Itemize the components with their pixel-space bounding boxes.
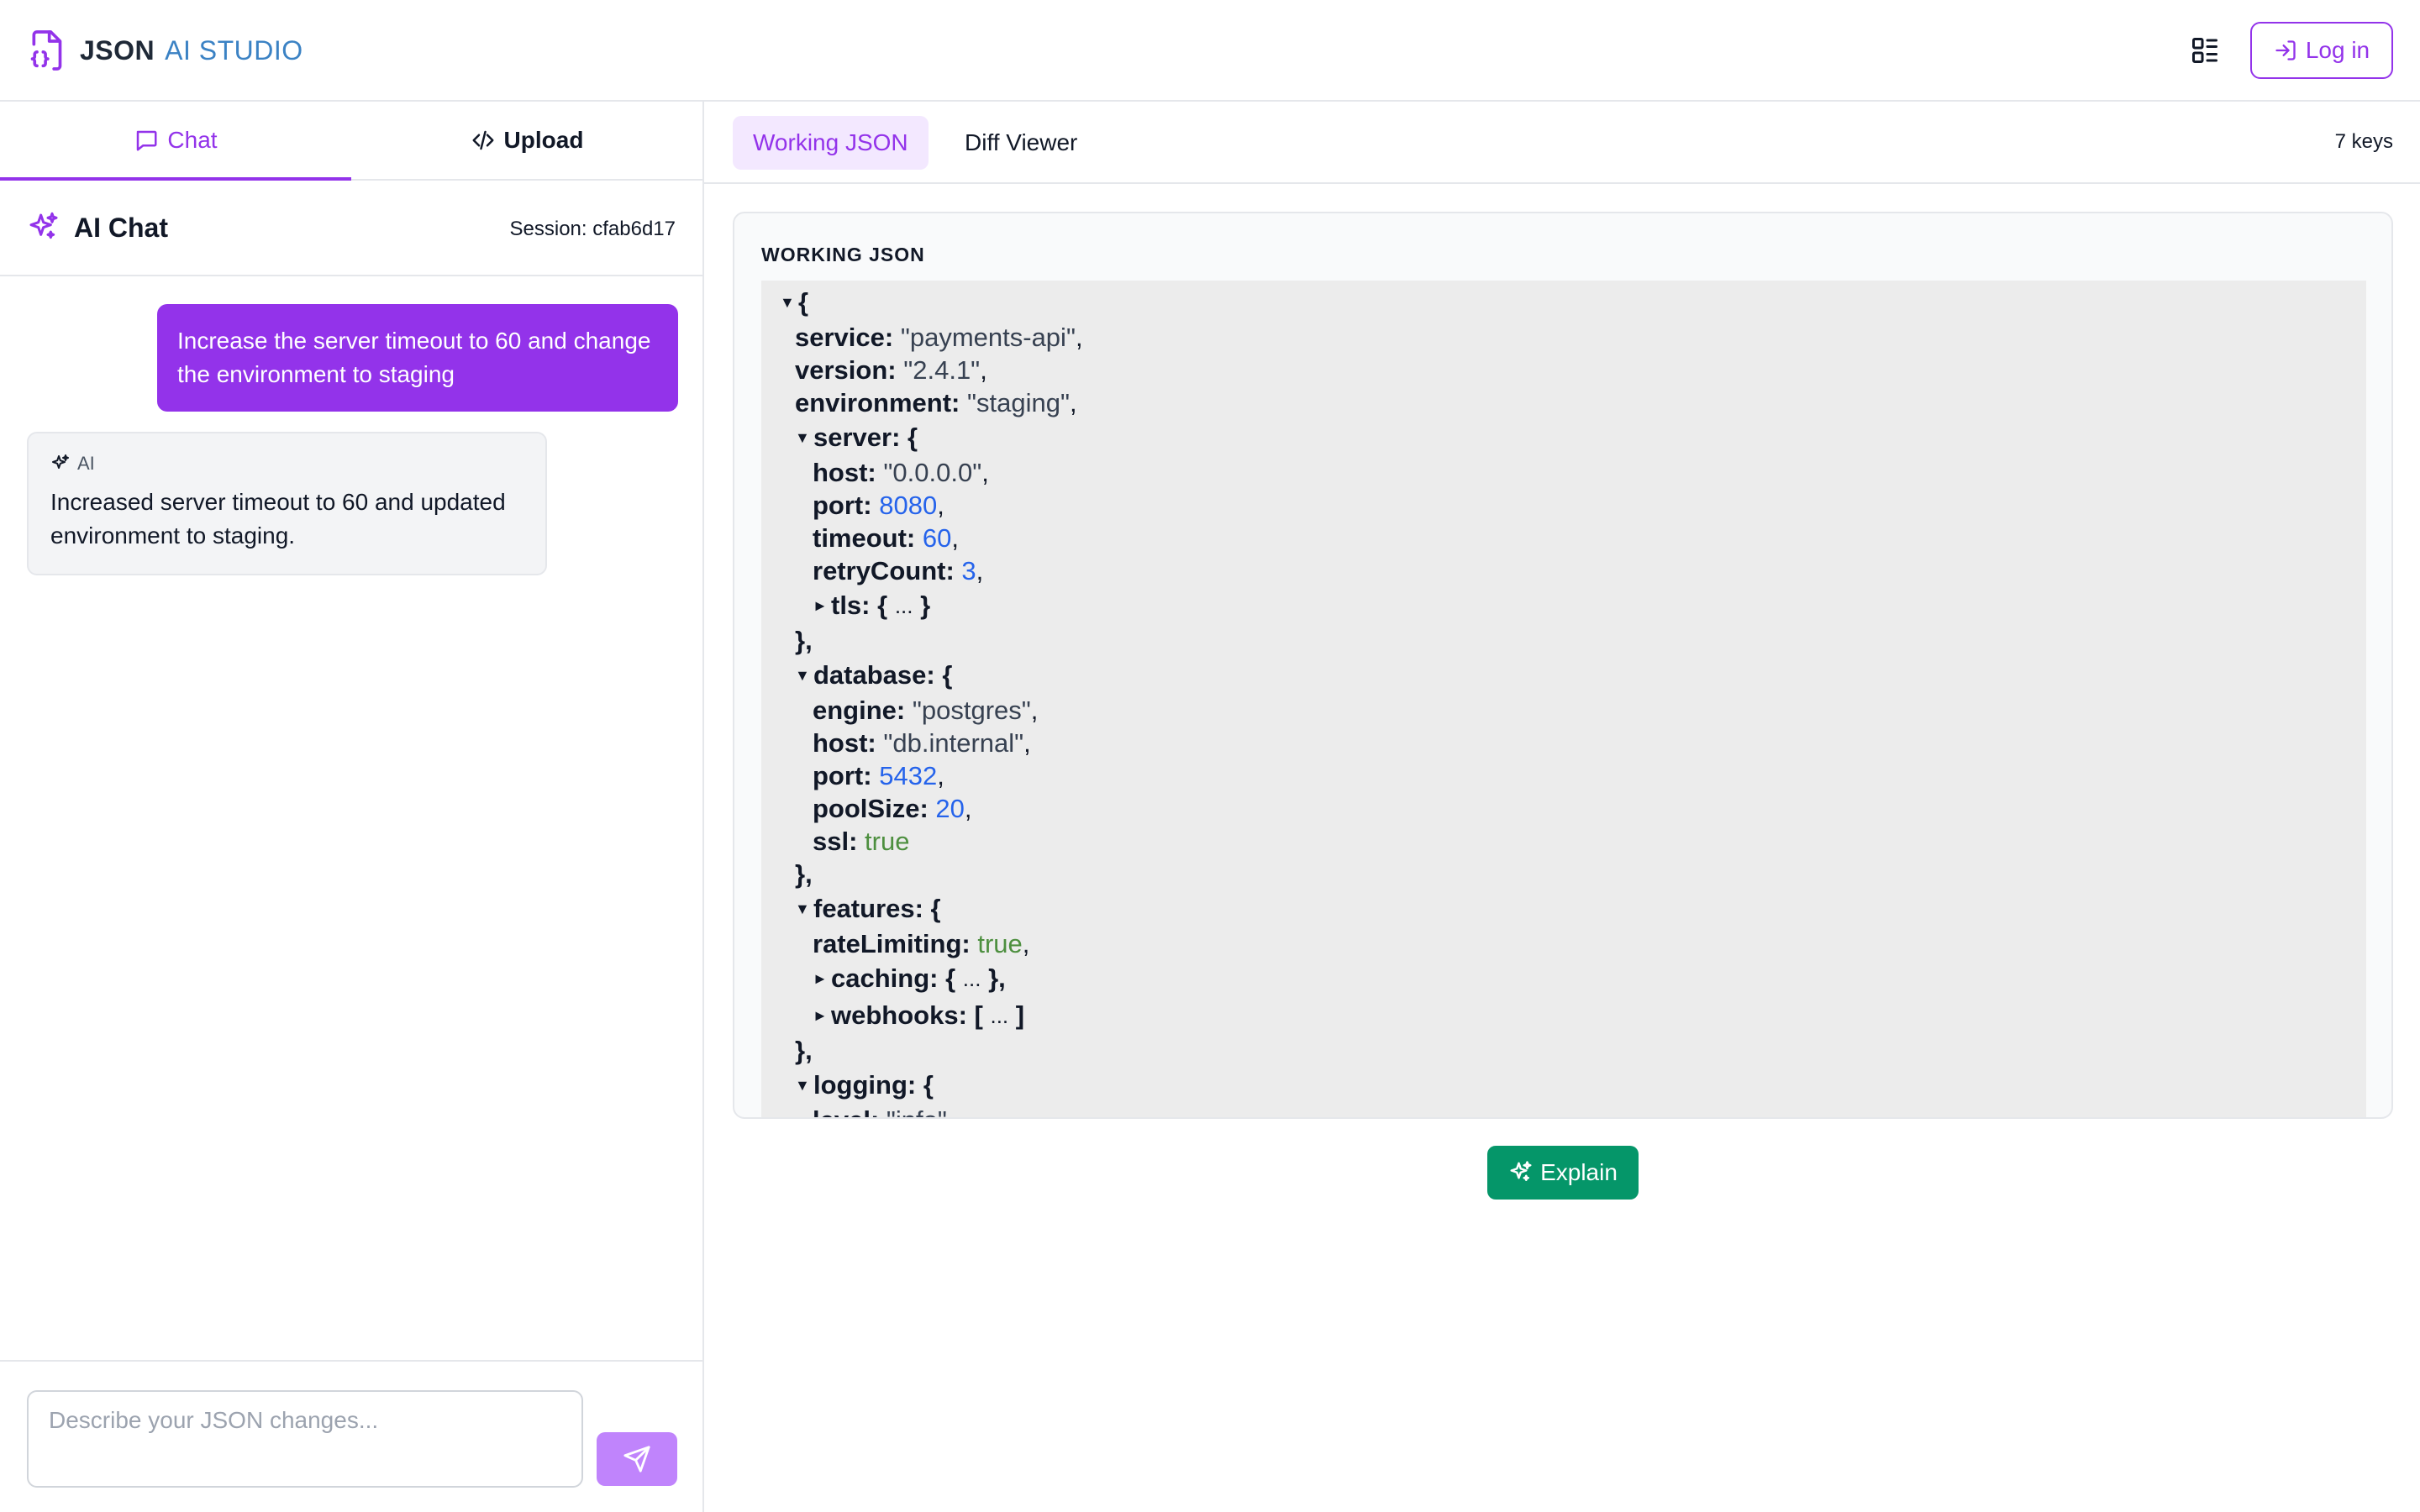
json-file-icon: [30, 30, 62, 71]
json-line: host: "db.internal",: [813, 727, 1031, 758]
sparkles-icon: [52, 454, 69, 469]
chat-header: AI Chat Session: cfab6d17: [0, 181, 702, 276]
session-id: Session: cfab6d17: [509, 218, 676, 240]
app-header: JSON AI STUDIO Log in: [0, 0, 2420, 102]
left-tab-bar: Chat Upload: [0, 102, 702, 181]
tab-upload[interactable]: Upload: [351, 102, 702, 179]
login-icon: [2275, 40, 2296, 60]
layout-toggle-button[interactable]: [2188, 34, 2222, 67]
json-line: host: "0.0.0.0",: [813, 457, 989, 487]
keys-count: 7 keys: [2334, 130, 2393, 153]
send-button[interactable]: [597, 1432, 677, 1486]
caret-right-icon[interactable]: ►: [813, 597, 831, 615]
right-tab-bar: Working JSON Diff Viewer 7 keys: [704, 102, 2420, 184]
json-line: ▼ logging: {: [795, 1070, 934, 1100]
caret-down-icon[interactable]: ▼: [795, 1077, 813, 1095]
brand-logo[interactable]: JSON AI STUDIO: [28, 29, 303, 72]
caret-down-icon[interactable]: ▼: [795, 429, 813, 447]
explain-label: Explain: [1540, 1159, 1618, 1185]
json-tree[interactable]: ▼{ service: "payments-api", version: "2.…: [761, 281, 2366, 1118]
json-line: port: 5432,: [813, 760, 944, 790]
caret-right-icon[interactable]: ►: [813, 970, 831, 988]
chat-title: AI Chat: [74, 213, 168, 243]
json-line: environment: "staging",: [795, 387, 1077, 417]
json-line: engine: "postgres",: [813, 695, 1039, 725]
json-line: port: 8080,: [813, 490, 944, 520]
explain-button[interactable]: Explain: [1487, 1146, 1639, 1200]
layout-list-icon: [2192, 38, 2217, 63]
json-line: ▼ server: {: [795, 423, 918, 452]
ai-message-text: Increased server timeout to 60 and updat…: [50, 489, 506, 549]
chat-bubble-icon: [137, 130, 157, 151]
chat-panel: Chat Upload AI Chat Session: cfab6d17 In…: [0, 102, 704, 1512]
json-panel-label: WORKING JSON: [761, 244, 925, 265]
json-line: ► webhooks: [ ... ]: [813, 1000, 1025, 1030]
tab-chat-label: Chat: [167, 127, 218, 153]
login-button[interactable]: Log in: [2250, 22, 2393, 79]
json-line: retryCount: 3,: [813, 555, 984, 585]
json-line: service: "payments-api",: [795, 322, 1083, 352]
caret-down-icon[interactable]: ▼: [795, 900, 813, 918]
json-line: rateLimiting: true,: [813, 928, 1030, 958]
json-line: ▼ database: {: [795, 660, 953, 690]
tab-working-json[interactable]: Working JSON: [733, 116, 929, 170]
tab-upload-label: Upload: [503, 127, 584, 153]
caret-right-icon[interactable]: ►: [813, 1007, 831, 1025]
json-line: },: [795, 1035, 813, 1065]
caret-down-icon[interactable]: ▼: [795, 667, 813, 685]
ai-message-tag: AI: [50, 450, 523, 477]
brand-studio-text: AI STUDIO: [165, 34, 303, 66]
caret-down-icon[interactable]: ▼: [780, 294, 798, 312]
user-message: Increase the server timeout to 60 and ch…: [157, 304, 678, 412]
json-line: timeout: 60,: [813, 522, 959, 553]
json-line: ssl: true: [813, 826, 910, 856]
login-label: Log in: [2305, 37, 2370, 63]
json-line: ► caching: { ... },: [813, 963, 1006, 993]
json-line: level: "info",: [761, 1104, 2366, 1118]
json-line: version: "2.4.1",: [795, 354, 987, 385]
chat-composer: [0, 1360, 702, 1512]
working-json-card: WORKING JSON ▼{ service: "payments-api",…: [733, 212, 2393, 1119]
json-line: },: [795, 858, 813, 889]
json-line: ▼ features: {: [795, 894, 941, 923]
sparkles-icon: [29, 212, 58, 239]
json-line: },: [795, 625, 813, 655]
sparkles-icon: [1510, 1161, 1532, 1181]
ai-message: AI Increased server timeout to 60 and up…: [27, 432, 547, 575]
ai-tag-label: AI: [77, 453, 95, 474]
tab-chat[interactable]: Chat: [0, 102, 351, 181]
chat-input[interactable]: [27, 1390, 583, 1488]
brand-json-text: JSON: [80, 34, 155, 66]
json-line: poolSize: 20,: [813, 793, 972, 823]
json-line: ▼{: [780, 287, 809, 317]
code-icon: [472, 130, 494, 150]
json-panel: Working JSON Diff Viewer 7 keys WORKING …: [704, 102, 2420, 1512]
tab-diff-viewer[interactable]: Diff Viewer: [944, 116, 1097, 170]
send-icon: [623, 1446, 650, 1473]
json-line: ► tls: { ... }: [813, 591, 931, 620]
